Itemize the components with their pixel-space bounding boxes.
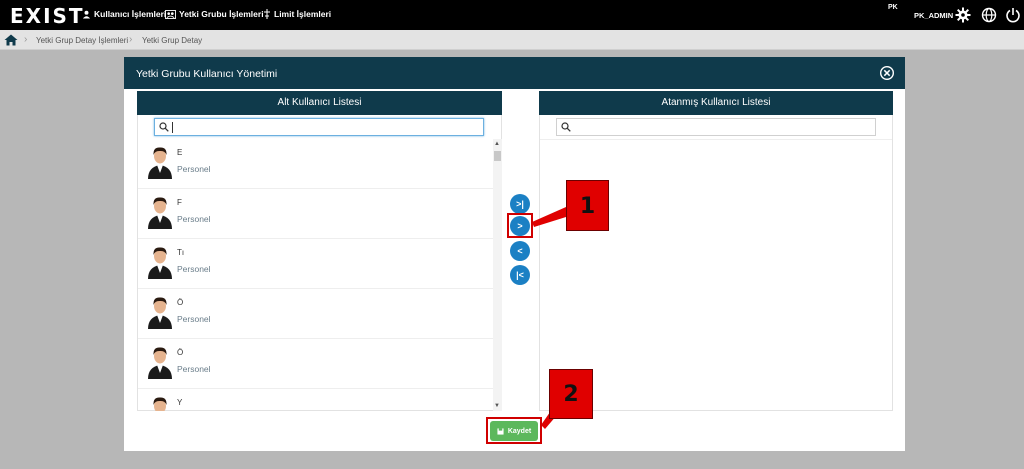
callout-step-1: 1 — [566, 180, 609, 231]
highlight-save — [486, 417, 542, 444]
highlight-move-right — [507, 213, 533, 238]
callout-step-2: 2 — [549, 369, 593, 419]
